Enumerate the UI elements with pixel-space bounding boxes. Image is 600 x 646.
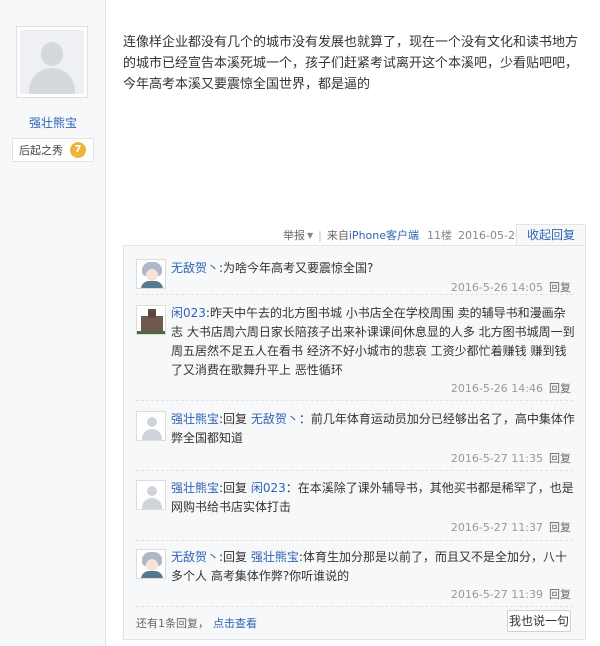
comment-text: 强壮熊宝:回复 无敌贺丶：前几年体育运动员加分已经够出名了，高中集体作弊全国都知… — [171, 410, 576, 448]
reply-link[interactable]: 回复 — [549, 521, 571, 534]
reply-prefix: :回复 — [219, 412, 248, 426]
level-badge[interactable]: 后起之秀 7 — [12, 138, 94, 162]
comment-time: 2016-5-27 11:37 — [450, 521, 543, 534]
reply-link[interactable]: 回复 — [549, 382, 571, 395]
collapse-replies-button[interactable]: 收起回复 — [516, 224, 586, 246]
divider — [136, 294, 573, 295]
poster-avatar[interactable] — [16, 26, 88, 98]
list-item: 闲023:昨天中午去的北方图书城 小书店全在学校周围 卖的辅导书和漫画杂志 大书… — [124, 302, 585, 398]
building-avatar-icon[interactable] — [136, 305, 166, 335]
default-avatar-icon — [20, 30, 84, 94]
reply-target-link[interactable]: 无敌贺丶 — [251, 412, 299, 426]
anime-avatar-icon[interactable] — [136, 549, 166, 579]
comment-text: 闲023:昨天中午去的北方图书城 小书店全在学校周围 卖的辅导书和漫画杂志 大书… — [171, 304, 576, 380]
view-more-link[interactable]: 点击查看 — [213, 617, 257, 630]
comment-text: 无敌贺丶:回复 强壮熊宝:体育生加分那是以前了，而且又不是全加分，八十多个人 高… — [171, 548, 576, 586]
report-link[interactable]: 举报 — [283, 227, 305, 243]
comment-user-link[interactable]: 强壮熊宝 — [171, 481, 219, 495]
anime-avatar-icon[interactable] — [136, 259, 166, 289]
reply-target-link[interactable]: 闲023 — [251, 481, 286, 495]
poster-name-link[interactable]: 强壮熊宝 — [0, 114, 106, 131]
list-item: 强壮熊宝:回复 无敌贺丶：前几年体育运动员加分已经够出名了，高中集体作弊全国都知… — [124, 408, 585, 470]
comment-user-link[interactable]: 无敌贺丶 — [171, 550, 219, 564]
list-item: 强壮熊宝:回复 闲023：在本溪除了课外辅导书，其他买书都是稀罕了，也是网购书给… — [124, 477, 585, 539]
reply-target-link[interactable]: 强壮熊宝 — [251, 550, 299, 564]
separator: | — [318, 228, 322, 242]
source-prefix: 来自 — [326, 229, 349, 242]
reply-link[interactable]: 回复 — [549, 588, 571, 601]
default-avatar-icon[interactable] — [136, 411, 166, 441]
reply-prefix: :回复 — [219, 550, 248, 564]
comment-user-link[interactable]: 强壮熊宝 — [171, 412, 219, 426]
list-item: 无敌贺丶:为啥今年高考又要震惊全国? 2016-5-26 14:05 回复 — [124, 256, 585, 296]
author-sidebar: 强壮熊宝 后起之秀 7 — [0, 0, 106, 646]
comment-meta: 2016-5-26 14:05 回复 — [451, 279, 571, 295]
more-replies: 还有1条回复， 点击查看 — [136, 615, 257, 631]
reply-link[interactable]: 回复 — [549, 452, 571, 465]
default-avatar-icon[interactable] — [136, 480, 166, 510]
comment-meta: 2016-5-27 11:37 回复 — [451, 519, 571, 535]
comment-text: 强壮熊宝:回复 闲023：在本溪除了课外辅导书，其他买书都是稀罕了，也是网购书给… — [171, 479, 576, 517]
comment-time: 2016-5-26 14:05 — [450, 281, 543, 294]
reply-list: 无敌贺丶:为啥今年高考又要震惊全国? 2016-5-26 14:05 回复 闲02… — [123, 245, 586, 640]
caret-down-icon[interactable]: ▼ — [307, 231, 313, 240]
client-link[interactable]: iPhone客户端 — [349, 227, 419, 243]
comment-text: 无敌贺丶:为啥今年高考又要震惊全国? — [171, 259, 576, 278]
comment-meta: 2016-5-27 11:39 回复 — [451, 586, 571, 602]
more-replies-text: 还有1条回复， — [136, 617, 209, 630]
divider — [136, 606, 573, 607]
reply-link[interactable]: 回复 — [549, 281, 571, 294]
comment-meta: 2016-5-27 11:35 回复 — [451, 450, 571, 466]
floor-number: 11楼 — [427, 229, 453, 242]
comment-body: :昨天中午去的北方图书城 小书店全在学校周围 卖的辅导书和漫画杂志 大书店周六周… — [171, 306, 575, 377]
comment-body: :为啥今年高考又要震惊全国? — [219, 261, 374, 275]
list-item: 无敌贺丶:回复 强壮熊宝:体育生加分那是以前了，而且又不是全加分，八十多个人 高… — [124, 546, 585, 606]
divider — [136, 470, 573, 471]
level-number-icon: 7 — [70, 142, 86, 158]
divider — [136, 540, 573, 541]
reply-prefix: :回复 — [219, 481, 248, 495]
comment-user-link[interactable]: 闲023 — [171, 306, 206, 320]
comment-user-link[interactable]: 无敌贺丶 — [171, 261, 219, 275]
add-comment-button[interactable]: 我也说一句 — [507, 610, 571, 632]
comment-time: 2016-5-27 11:39 — [450, 588, 543, 601]
comment-time: 2016-5-26 14:46 — [450, 382, 543, 395]
post-content: 连像样企业都没有几个的城市没有发展也就算了，现在一个没有文化和读书地方的城市已经… — [123, 35, 579, 92]
divider — [136, 400, 573, 401]
comment-time: 2016-5-27 11:35 — [450, 452, 543, 465]
level-title: 后起之秀 — [19, 144, 63, 157]
comment-meta: 2016-5-26 14:46 回复 — [451, 380, 571, 396]
